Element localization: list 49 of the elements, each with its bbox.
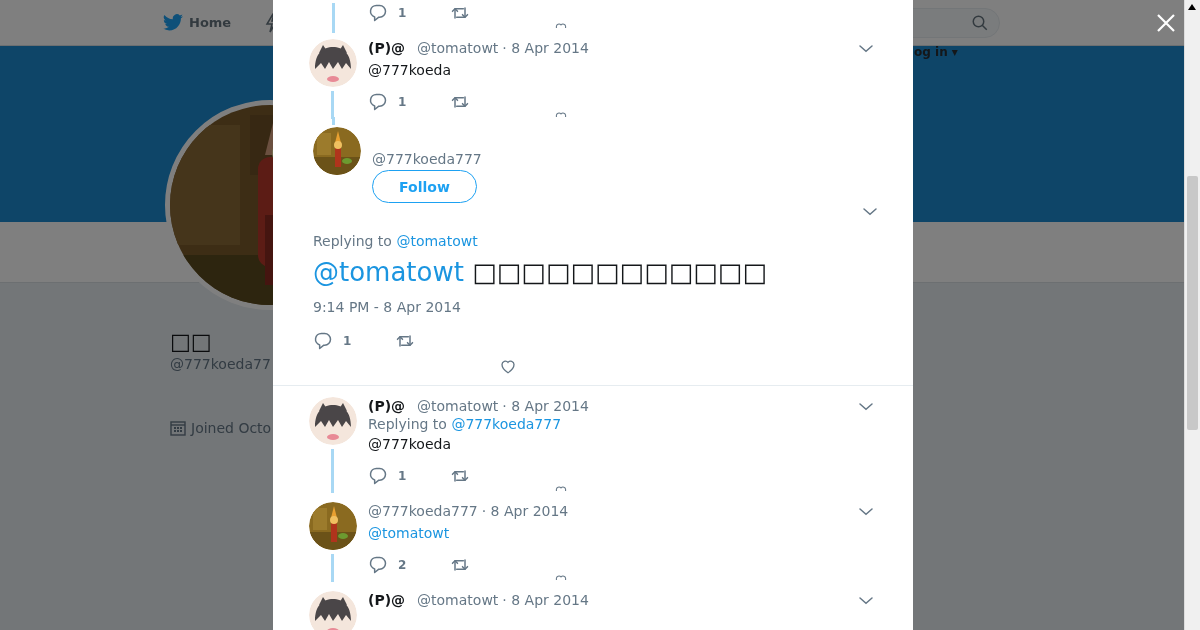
reply-icon[interactable] [368,3,388,23]
heart-icon[interactable] [554,23,568,28]
user-handle: @777koeda777 [372,151,483,167]
replying-to: Replying to @777koeda777 [368,416,563,432]
user-name: (P)@ [368,39,406,58]
tweet-date: · 8 Apr 2014 [502,591,589,610]
reply-icon[interactable] [368,466,388,486]
scroll-up-icon[interactable] [1187,3,1197,11]
join-date: Joined Octo [191,420,272,436]
user-handle: @777koeda777 [368,502,478,521]
profile-handle: @777koeda77 [170,356,271,372]
reply-icon[interactable] [368,555,388,575]
reply-count: 1 [398,95,407,109]
reply-icon[interactable] [368,92,388,112]
tweet-date: · 8 Apr 2014 [481,502,569,521]
reply-icon[interactable] [313,331,333,351]
thread-line [332,3,335,33]
mention-link[interactable]: @tomatowt [368,523,450,543]
user-name: (P)@ [368,591,406,610]
user-handle: @tomatowt [417,39,499,58]
reply-count: 2 [398,558,407,572]
scrollbar[interactable] [1184,0,1200,630]
user-name: (P)@ [368,397,406,416]
heart-icon[interactable] [554,486,568,491]
heart-icon[interactable] [554,575,568,580]
tweet-text: @tomatowt □□□□□□□□□□□□ [313,256,768,289]
follow-button[interactable]: Follow [372,170,477,203]
calendar-icon [170,420,186,436]
replying-to: Replying to @tomatowt [313,233,479,249]
user-handle: @tomatowt [417,397,499,416]
reply-count: 1 [398,469,407,483]
mention-link[interactable]: @tomatowt [396,233,478,249]
search-icon[interactable] [971,14,989,32]
mention-link[interactable]: @777koeda777 [451,416,562,432]
profile-name: □□ [170,329,212,354]
tweet-date: · 8 Apr 2014 [502,39,589,58]
heart-icon[interactable] [499,357,517,375]
home-link[interactable]: Home [163,14,232,31]
close-icon [1156,13,1176,33]
reply-count: 1 [343,334,352,348]
tweet-timestamp: 9:14 PM - 8 Apr 2014 [313,299,463,315]
tweet-text: @777koeda [368,435,451,454]
tweet-text: @777koeda [368,61,451,80]
login-menu[interactable]: og in ▾ [914,45,958,59]
reply-count: 1 [398,6,407,20]
tweet-date: · 8 Apr 2014 [502,397,589,416]
heart-icon[interactable] [554,112,568,117]
user-handle: @tomatowt [417,591,499,610]
bird-icon [163,14,183,31]
